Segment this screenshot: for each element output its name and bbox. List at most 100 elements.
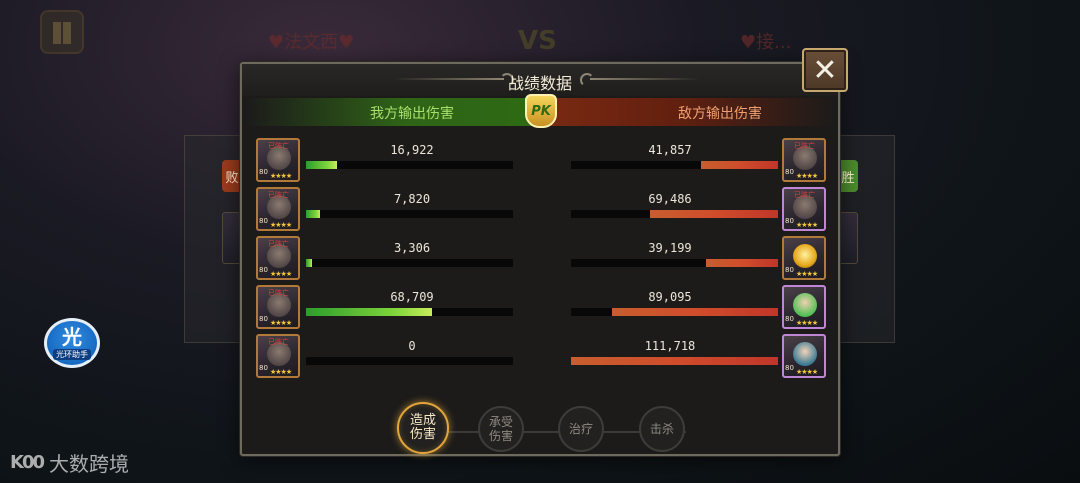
ally-damage-value: 7,820: [393, 192, 431, 206]
hero-stars: ★★★★: [270, 319, 292, 327]
pause-icon: [40, 10, 84, 54]
hero-face: [793, 342, 817, 366]
watermark: K00 大数跨境: [10, 448, 129, 477]
enemy-damage-bar: [571, 210, 778, 218]
stat-row: 已阵亡 80 ★★★★ 3,306 39,199 80 ★★★★: [242, 236, 838, 285]
hero-level: 80: [785, 364, 794, 372]
left-player-name: ♥法文西♥: [268, 32, 355, 53]
enemy-header-bar: 敌方输出伤害: [538, 98, 834, 126]
stats-rows: 已阵亡 80 ★★★★ 16,922 41,857 已阵亡 80 ★★★★ 已阵…: [242, 138, 838, 383]
enemy-damage-fill: [649, 210, 778, 218]
win-tag: 胜: [838, 160, 858, 192]
hero-level: 80: [259, 266, 268, 274]
enemy-hero-portrait[interactable]: 80 ★★★★: [782, 334, 826, 378]
watermark-text: 大数跨境: [49, 452, 129, 476]
dead-status: 已阵亡: [794, 191, 815, 199]
enemy-damage-fill: [571, 357, 778, 365]
hero-level: 80: [785, 168, 794, 176]
helper-icon: 光: [62, 324, 82, 349]
hero-stars: ★★★★: [270, 368, 292, 376]
ally-header-bar: 我方输出伤害: [246, 98, 538, 126]
close-icon: ✕: [812, 52, 838, 88]
dead-status: 已阵亡: [268, 289, 289, 297]
pk-badge-icon: PK: [525, 94, 557, 128]
ally-hero-portrait[interactable]: 已阵亡 80 ★★★★: [256, 138, 300, 182]
ally-damage-bar: [306, 210, 513, 218]
stat-row: 已阵亡 80 ★★★★ 7,820 69,486 已阵亡 80 ★★★★: [242, 187, 838, 236]
tab-damage-taken[interactable]: 承受 伤害: [478, 406, 524, 452]
hero-stars: ★★★★: [796, 368, 818, 376]
stat-row: 已阵亡 80 ★★★★ 68,709 89,095 80 ★★★★: [242, 285, 838, 334]
hero-level: 80: [259, 217, 268, 225]
hero-level: 80: [259, 364, 268, 372]
hero-stars: ★★★★: [270, 221, 292, 229]
stat-row: 已阵亡 80 ★★★★ 0 111,718 80 ★★★★: [242, 334, 838, 383]
dead-status: 已阵亡: [268, 191, 289, 199]
enemy-damage-bar: [571, 357, 778, 365]
enemy-damage-bar: [571, 161, 778, 169]
hero-face: [793, 293, 817, 317]
stat-row: 已阵亡 80 ★★★★ 16,922 41,857 已阵亡 80 ★★★★: [242, 138, 838, 187]
ally-damage-value: 3,306: [393, 241, 431, 255]
dead-status: 已阵亡: [794, 142, 815, 150]
hero-stars: ★★★★: [796, 221, 818, 229]
helper-label: 光环助手: [53, 348, 91, 360]
panel-title: 战绩数据: [507, 74, 572, 93]
enemy-header: 敌方输出伤害: [678, 106, 762, 122]
hero-stars: ★★★★: [796, 270, 818, 278]
lose-tag: 败: [222, 160, 242, 192]
tab-healing[interactable]: 治疗: [558, 406, 604, 452]
enemy-damage-value: 69,486: [648, 192, 692, 206]
hero-stars: ★★★★: [270, 270, 292, 278]
enemy-hero-portrait[interactable]: 已阵亡 80 ★★★★: [782, 187, 826, 231]
title-ornament: [590, 78, 700, 80]
hero-stars: ★★★★: [796, 319, 818, 327]
ally-damage-fill: [306, 308, 433, 316]
hero-level: 80: [259, 168, 268, 176]
right-player-name: ♥接...: [740, 32, 792, 53]
enemy-hero-portrait[interactable]: 已阵亡 80 ★★★★: [782, 138, 826, 182]
watermark-logo: K00: [10, 452, 45, 473]
dead-status: 已阵亡: [268, 142, 289, 150]
ally-damage-fill: [306, 259, 313, 267]
dead-status: 已阵亡: [268, 240, 289, 248]
hero-stars: ★★★★: [796, 172, 818, 180]
hero-face: [793, 244, 817, 268]
ally-damage-value: 68,709: [390, 290, 434, 304]
ally-damage-bar: [306, 308, 513, 316]
enemy-damage-fill: [705, 259, 778, 267]
ally-hero-portrait[interactable]: 已阵亡 80 ★★★★: [256, 187, 300, 231]
ally-header: 我方输出伤害: [370, 106, 454, 122]
vs-label: VS: [518, 26, 557, 56]
hero-level: 80: [785, 315, 794, 323]
ally-damage-bar: [306, 161, 513, 169]
enemy-damage-value: 41,857: [648, 143, 692, 157]
enemy-hero-portrait[interactable]: 80 ★★★★: [782, 285, 826, 329]
hero-level: 80: [785, 266, 794, 274]
hero-level: 80: [259, 315, 268, 323]
hero-level: 80: [785, 217, 794, 225]
enemy-damage-value: 111,718: [644, 339, 696, 353]
ally-hero-portrait[interactable]: 已阵亡 80 ★★★★: [256, 236, 300, 280]
ally-hero-portrait[interactable]: 已阵亡 80 ★★★★: [256, 285, 300, 329]
enemy-damage-bar: [571, 259, 778, 267]
panel-header: 战绩数据: [242, 64, 838, 96]
close-button[interactable]: ✕: [802, 48, 848, 92]
ally-damage-fill: [306, 210, 321, 218]
ally-damage-bar: [306, 259, 513, 267]
ally-damage-fill: [306, 161, 338, 169]
tab-kills[interactable]: 击杀: [639, 406, 685, 452]
ally-damage-value: 16,922: [390, 143, 434, 157]
enemy-damage-fill: [612, 308, 778, 316]
hero-stars: ★★★★: [270, 172, 292, 180]
enemy-damage-value: 39,199: [648, 241, 692, 255]
tab-damage-dealt[interactable]: 造成 伤害: [397, 402, 449, 454]
dead-status: 已阵亡: [268, 338, 289, 346]
ally-hero-portrait[interactable]: 已阵亡 80 ★★★★: [256, 334, 300, 378]
enemy-hero-portrait[interactable]: 80 ★★★★: [782, 236, 826, 280]
battle-stats-panel: 战绩数据 我方输出伤害 敌方输出伤害 PK 已阵亡 80 ★★★★ 16,922…: [240, 62, 840, 456]
enemy-damage-bar: [571, 308, 778, 316]
helper-button[interactable]: 光 光环助手: [44, 318, 100, 368]
ally-damage-value: 0: [408, 339, 416, 353]
ally-damage-bar: [306, 357, 513, 365]
